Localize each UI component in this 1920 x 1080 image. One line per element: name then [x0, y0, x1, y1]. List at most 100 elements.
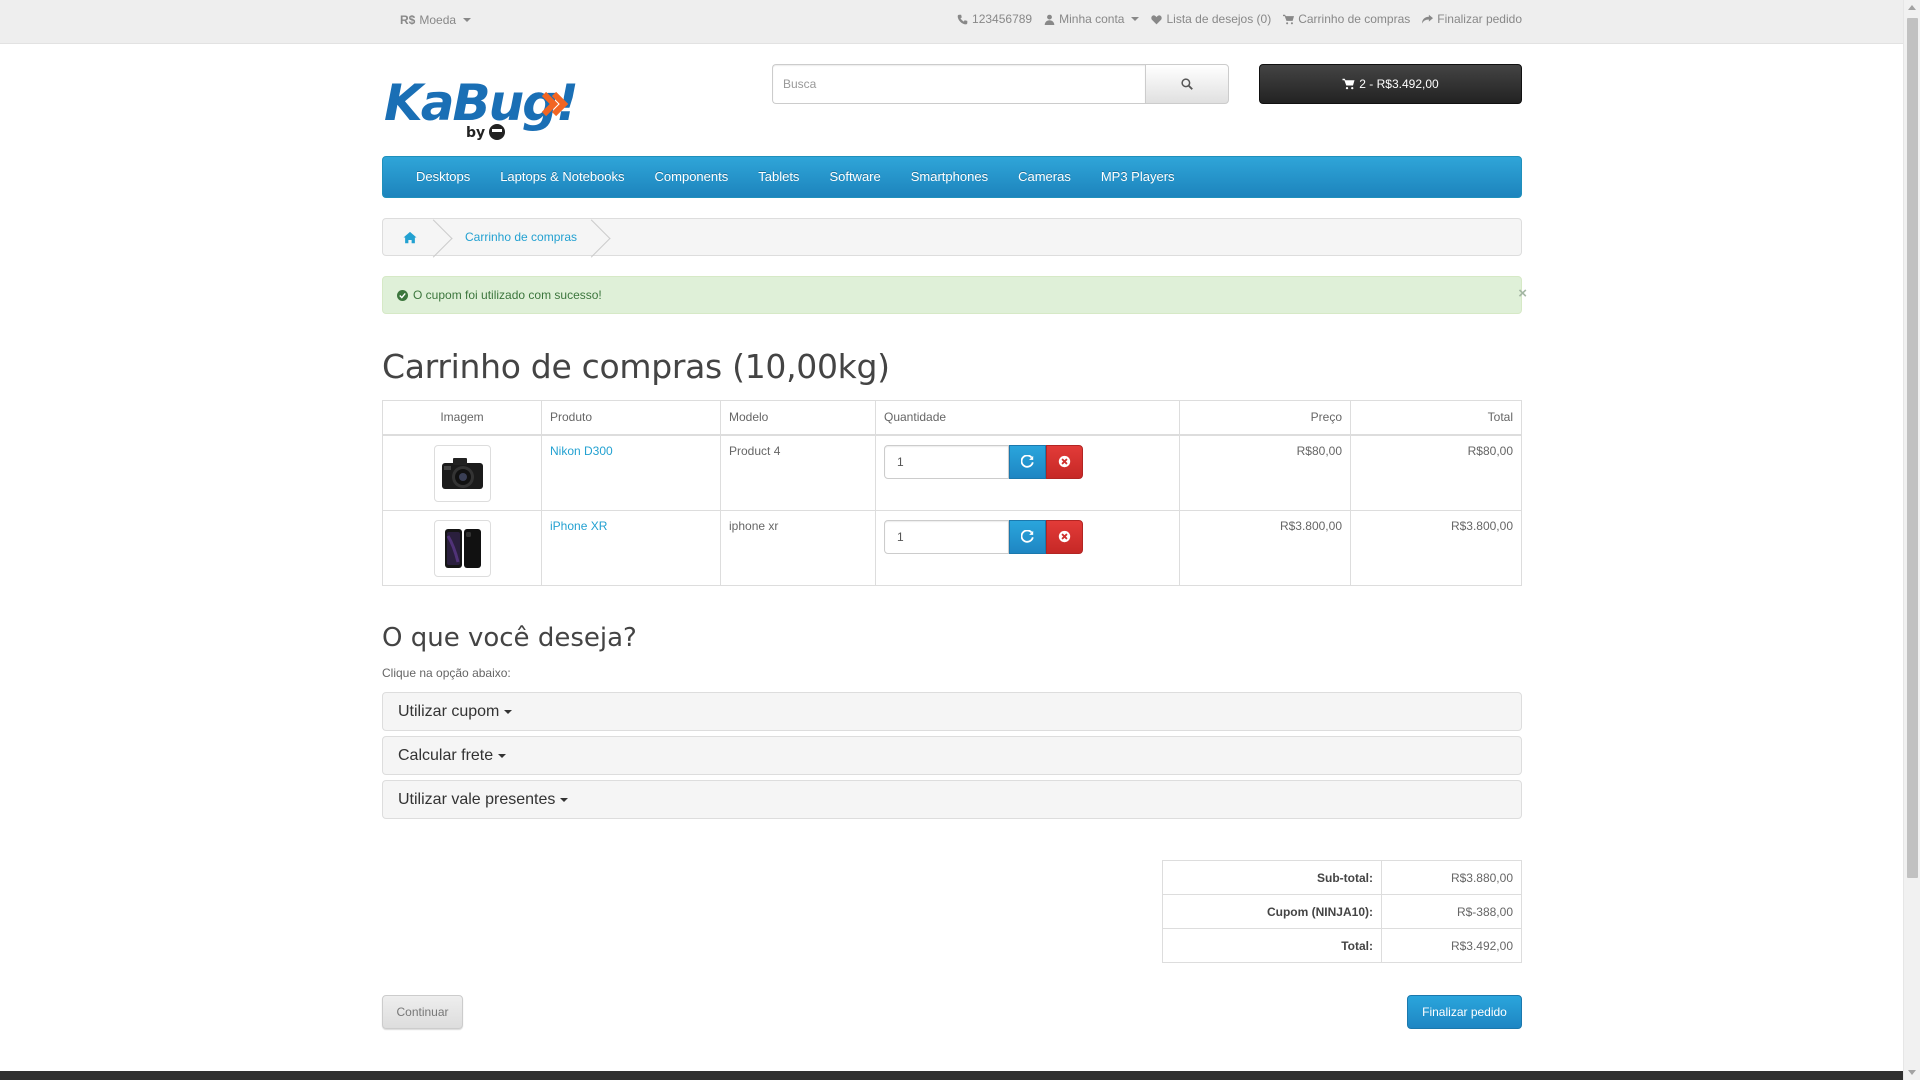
col-price: Preço [1179, 400, 1351, 436]
cart-link[interactable]: Carrinho de compras [1283, 12, 1410, 26]
continue-button[interactable]: Continuar [382, 995, 463, 1029]
col-model: Modelo [720, 400, 876, 436]
product-image-cell [382, 509, 542, 586]
quantity-input[interactable] [884, 444, 1009, 479]
checkout-button[interactable]: Finalizar pedido [1407, 995, 1522, 1029]
heart-icon [1151, 14, 1163, 24]
voucher-panel[interactable]: Utilizar vale presentes [382, 780, 1522, 819]
wishlist-link[interactable]: Lista de desejos (0) [1151, 12, 1271, 26]
totals-table: Sub-total: R$3.880,00 Cupom (NINJA10): R… [1162, 860, 1522, 963]
product-link[interactable]: Nikon D300 [550, 444, 613, 458]
quantity-cell [875, 509, 1180, 586]
product-link[interactable]: iPhone XR [550, 519, 607, 533]
currency-dropdown[interactable]: R$ Moeda [400, 13, 472, 27]
update-button[interactable] [1009, 444, 1046, 479]
checkout-label: Finalizar pedido [1437, 12, 1522, 26]
currency-label: Moeda [419, 13, 457, 27]
alert-message: O cupom foi utilizado com sucesso! [413, 288, 602, 302]
account-dropdown[interactable]: Minha conta [1044, 12, 1140, 26]
menu-item-smartphones[interactable]: Smartphones [896, 157, 1003, 197]
cart-summary-button[interactable]: 2 - R$3.492,00 [1259, 64, 1522, 104]
phone-link[interactable]: 123456789 [957, 12, 1032, 26]
store-logo[interactable]: KaBug! by [382, 64, 582, 144]
svg-text:KaBug!: KaBug! [384, 74, 577, 132]
category-menu: Desktops Laptops & Notebooks Components … [382, 156, 1522, 198]
options-title: O que você deseja? [382, 623, 637, 653]
caret-down-icon [504, 709, 513, 714]
menu-item-desktops[interactable]: Desktops [401, 157, 485, 197]
breadcrumb-home[interactable] [383, 219, 439, 255]
coupon-panel-label: Utilizar cupom [398, 702, 500, 720]
table-row: iPhone XR iphone xr R$3.800,00 R$3.800,0… [382, 509, 1522, 586]
table-row: Nikon D300 Product 4 R$80,00 R$80,00 [382, 434, 1522, 511]
options-hint: Clique na opção abaixo: [382, 666, 511, 680]
coupon-label: Cupom (NINJA10): [1162, 894, 1382, 929]
share-icon [1422, 14, 1434, 24]
remove-button[interactable] [1046, 444, 1083, 479]
menu-item-laptops[interactable]: Laptops & Notebooks [485, 157, 639, 197]
search-icon [1181, 78, 1193, 90]
search-input[interactable] [772, 64, 1145, 104]
caret-down-icon [560, 797, 569, 802]
scroll-down-arrow-icon[interactable] [1908, 1070, 1916, 1075]
cart-table: Imagem Produto Modelo Quantidade Preço T… [382, 400, 1522, 586]
cart-icon [1342, 78, 1355, 90]
scroll-thumb[interactable] [1907, 18, 1918, 878]
breadcrumb: Carrinho de compras [382, 218, 1522, 256]
subtotal-label: Sub-total: [1162, 860, 1382, 895]
caret-down-icon [498, 753, 507, 758]
shipping-panel-label: Calcular frete [398, 746, 494, 764]
search-bar [772, 64, 1229, 104]
price-cell: R$80,00 [1179, 434, 1351, 511]
quantity-input[interactable] [884, 519, 1009, 554]
remove-circle-icon [1058, 530, 1071, 543]
remove-circle-icon [1058, 455, 1071, 468]
col-total: Total [1350, 400, 1522, 436]
shipping-panel[interactable]: Calcular frete [382, 736, 1522, 775]
quantity-group [884, 444, 1171, 479]
user-icon [1044, 14, 1055, 25]
checkout-link[interactable]: Finalizar pedido [1422, 12, 1522, 26]
cart-icon [1283, 14, 1295, 24]
remove-button[interactable] [1046, 519, 1083, 554]
col-quantity: Quantidade [875, 400, 1180, 436]
total-label: Total: [1162, 928, 1382, 963]
model-cell: Product 4 [720, 434, 876, 511]
cart-summary-label: 2 - R$3.492,00 [1359, 77, 1439, 91]
menu-item-cameras[interactable]: Cameras [1003, 157, 1086, 197]
currency-symbol: R$ [400, 13, 416, 27]
success-alert: O cupom foi utilizado com sucesso! × [382, 276, 1527, 314]
update-button[interactable] [1009, 519, 1046, 554]
page-title: Carrinho de compras (10,00kg) [382, 347, 890, 386]
menu-item-components[interactable]: Components [640, 157, 744, 197]
product-image-cell [382, 434, 542, 511]
search-button[interactable] [1145, 64, 1229, 104]
top-links: 123456789 Minha conta Lista de desejos (… [957, 12, 1522, 26]
alert-close-button[interactable]: × [1518, 285, 1527, 302]
menu-item-tablets[interactable]: Tablets [743, 157, 814, 197]
menu-item-mp3-players[interactable]: MP3 Players [1086, 157, 1190, 197]
quantity-group [884, 519, 1171, 554]
product-name-cell: Nikon D300 [541, 434, 721, 511]
phone-icon [957, 14, 968, 24]
totals-row: Cupom (NINJA10): R$-388,00 [1162, 894, 1522, 929]
menu-item-software[interactable]: Software [814, 157, 895, 197]
product-thumbnail[interactable] [433, 444, 491, 502]
iphone-image [444, 528, 481, 568]
coupon-panel[interactable]: Utilizar cupom [382, 692, 1522, 731]
refresh-icon [1021, 530, 1034, 543]
camera-image [441, 457, 483, 489]
total-value: R$3.492,00 [1381, 928, 1522, 963]
wishlist-label: Lista de desejos (0) [1166, 12, 1272, 26]
total-cell: R$3.800,00 [1350, 509, 1522, 586]
price-cell: R$3.800,00 [1179, 509, 1351, 586]
phone-number: 123456789 [972, 12, 1033, 26]
product-thumbnail[interactable] [433, 519, 491, 577]
scroll-up-arrow-icon[interactable] [1908, 5, 1916, 10]
subtotal-value: R$3.880,00 [1381, 860, 1522, 895]
breadcrumb-cart[interactable]: Carrinho de compras [439, 219, 597, 255]
totals-row: Sub-total: R$3.880,00 [1162, 860, 1522, 895]
total-cell: R$80,00 [1350, 434, 1522, 511]
vertical-scrollbar[interactable] [1903, 0, 1920, 1080]
caret-down-icon [463, 18, 472, 22]
